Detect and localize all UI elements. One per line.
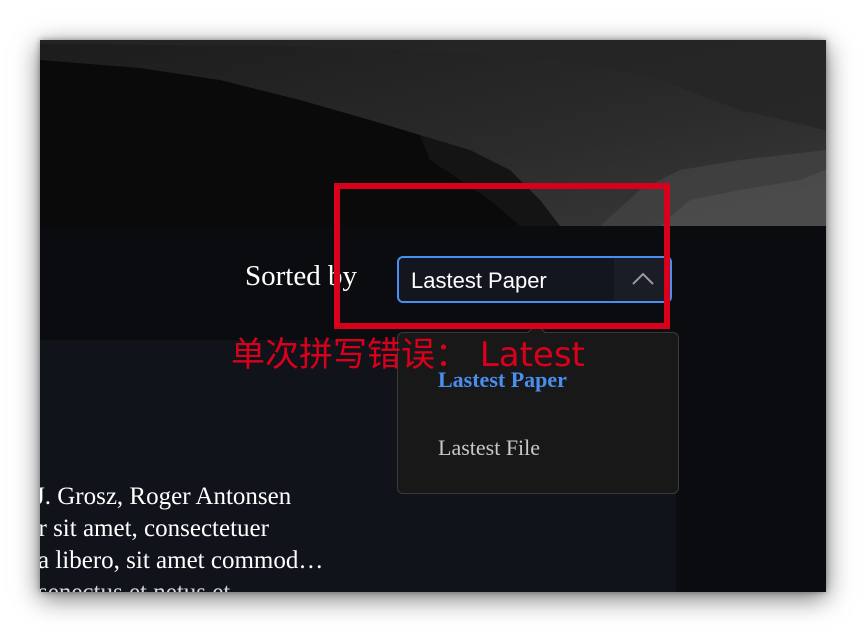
app-window: Sorted by Lastest Paper Lastest Paper La…: [40, 40, 826, 592]
paper-abstract-line: or sit amet, consectetuer: [40, 515, 269, 542]
sort-label: Sorted by: [245, 260, 357, 292]
hero-image: [40, 40, 826, 226]
chevron-up-icon: [632, 272, 654, 285]
paper-abstract-line: senectus et netus et: [40, 579, 230, 592]
dropdown-caret: [527, 323, 546, 342]
sort-option-lastest-file[interactable]: Lastest File: [438, 435, 540, 461]
paper-abstract-line: a libero, sit amet commod…: [40, 547, 324, 574]
sort-dropdown-menu: Lastest Paper Lastest File: [397, 323, 679, 494]
sort-select-value: Lastest Paper: [411, 268, 547, 293]
sort-option-lastest-paper[interactable]: Lastest Paper: [438, 367, 567, 393]
sort-select[interactable]: Lastest Paper: [397, 256, 672, 303]
select-toggle[interactable]: [614, 258, 670, 301]
paper-authors: J. Grosz, Roger Antonsen: [40, 483, 292, 510]
